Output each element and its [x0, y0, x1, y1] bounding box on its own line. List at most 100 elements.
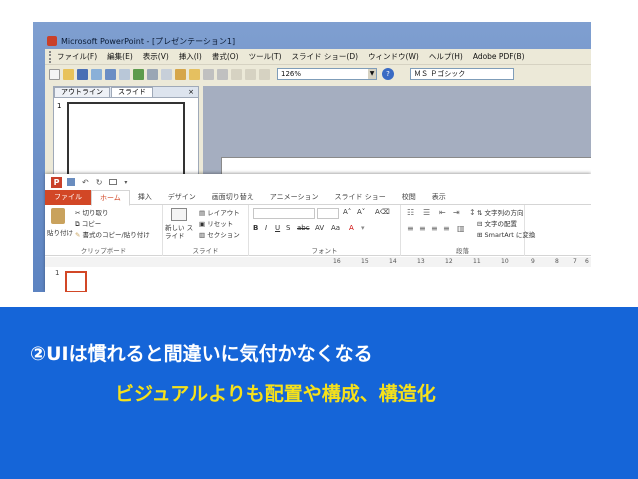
- slides-group-label: スライド: [192, 247, 219, 255]
- clear-format-icon[interactable]: A⌫: [375, 208, 390, 216]
- tab-insert[interactable]: 挿入: [130, 190, 160, 205]
- tab-home[interactable]: ホーム: [91, 189, 130, 206]
- tab-file[interactable]: ファイル: [45, 189, 91, 205]
- format-painter-label: 書式のコピー/貼り付け: [82, 231, 150, 239]
- new-slide-icon[interactable]: [171, 208, 187, 221]
- menu-view[interactable]: 表示(V): [143, 51, 169, 62]
- justify-icon[interactable]: ≡: [443, 224, 450, 233]
- permission-icon[interactable]: [91, 68, 102, 80]
- cut-button[interactable]: ✂ 切り取り: [75, 207, 109, 217]
- copy-icon[interactable]: [161, 68, 172, 80]
- char-spacing-icon[interactable]: AV: [315, 224, 324, 232]
- font-select[interactable]: ＭＳ Ｐゴシック: [410, 68, 514, 80]
- shrink-font-icon[interactable]: A˅: [357, 208, 365, 216]
- menu-format[interactable]: 書式(O): [212, 51, 239, 62]
- increase-indent-icon[interactable]: ⇥: [453, 208, 460, 217]
- menu-window[interactable]: ウィンドウ(W): [368, 51, 419, 62]
- ruler-mark: 11: [473, 258, 481, 265]
- undo-icon[interactable]: [203, 68, 214, 80]
- bullets-icon[interactable]: ☷: [407, 208, 414, 217]
- change-case-icon[interactable]: Aa: [331, 224, 340, 232]
- bold-icon[interactable]: B: [253, 224, 258, 232]
- print-icon[interactable]: [105, 68, 116, 80]
- new-slide-button[interactable]: 新しい スライド: [165, 224, 197, 240]
- underline-icon[interactable]: U: [275, 224, 280, 232]
- slides-group: 新しい スライド ▤ レイアウト ▣ リセット ▥ セクション スライド: [163, 205, 249, 256]
- highlight-icon[interactable]: ▾: [361, 224, 365, 232]
- modern-powerpoint-window: P ↶ ↻ ▾ ファイル ホーム 挿入 デザイン 画面切り替え アニメーション …: [45, 174, 591, 292]
- reset-button[interactable]: ▣ リセット: [199, 218, 233, 228]
- menu-adobe-pdf[interactable]: Adobe PDF(B): [473, 52, 525, 61]
- section-button[interactable]: ▥ セクション: [199, 229, 240, 239]
- copy-button[interactable]: ⧉ コピー: [75, 218, 101, 229]
- spelling-icon[interactable]: [133, 68, 144, 80]
- tab-slides[interactable]: スライド: [111, 87, 153, 97]
- tab-slideshow[interactable]: スライド ショー: [327, 190, 394, 205]
- menu-help[interactable]: ヘルプ(H): [429, 51, 463, 62]
- align-text-button[interactable]: ⊟ 文字の配置: [477, 218, 517, 228]
- align-text-icon: ⊟: [477, 220, 483, 228]
- paste-icon[interactable]: [51, 208, 65, 224]
- text-direction-label: 文字列の方向: [484, 209, 524, 217]
- paste-icon[interactable]: [175, 68, 186, 80]
- font-group: A˄ A˅ A⌫ B I U S abc AV Aa A ▾ フォント: [249, 205, 401, 256]
- format-painter-button[interactable]: ✎ 書式のコピー/貼り付け: [75, 229, 150, 239]
- menu-slideshow[interactable]: スライド ショー(D): [292, 51, 359, 62]
- align-left-icon[interactable]: ≡: [407, 224, 414, 233]
- tab-transitions[interactable]: 画面切り替え: [204, 190, 262, 205]
- chevron-down-icon: ▼: [368, 69, 376, 79]
- tab-review[interactable]: 校閲: [394, 190, 424, 205]
- strikethrough-icon[interactable]: abc: [297, 224, 310, 232]
- layout-button[interactable]: ▤ レイアウト: [199, 207, 240, 217]
- line-spacing-icon[interactable]: ↕: [469, 208, 476, 217]
- slide-thumbnail[interactable]: [65, 271, 87, 292]
- font-size-select[interactable]: [317, 208, 339, 219]
- ruler-mark: 9: [531, 258, 535, 265]
- paste-button[interactable]: 貼り付け: [47, 227, 73, 237]
- tab-outline[interactable]: アウトライン: [54, 87, 110, 97]
- font-name-select[interactable]: [253, 208, 315, 219]
- help-icon[interactable]: ?: [382, 68, 394, 80]
- font-color-icon[interactable]: A: [349, 224, 354, 232]
- decrease-indent-icon[interactable]: ⇤: [439, 208, 446, 217]
- close-icon[interactable]: ×: [188, 87, 194, 97]
- italic-icon[interactable]: I: [265, 224, 267, 232]
- format-painter-icon[interactable]: [189, 68, 200, 80]
- menu-file[interactable]: ファイル(F): [57, 51, 97, 62]
- grow-font-icon[interactable]: A˄: [343, 208, 351, 216]
- slideshow-icon[interactable]: [109, 179, 118, 185]
- tab-animations[interactable]: アニメーション: [262, 190, 327, 205]
- new-icon[interactable]: [49, 68, 60, 80]
- save-icon[interactable]: [67, 178, 75, 186]
- customize-icon[interactable]: ▾: [124, 179, 127, 186]
- grid-icon[interactable]: [259, 68, 270, 80]
- screenshot-composite: Microsoft PowerPoint - [プレゼンテーション1] ファイル…: [33, 22, 591, 292]
- smartart-button[interactable]: ⊞ SmartArt に変換: [477, 229, 535, 239]
- zoom-select[interactable]: 126% ▼: [277, 68, 377, 80]
- undo-icon[interactable]: ↶: [82, 178, 89, 187]
- reset-icon: ▣: [199, 220, 206, 228]
- align-right-icon[interactable]: ≡: [431, 224, 438, 233]
- cut-icon[interactable]: [147, 68, 158, 80]
- save-icon[interactable]: [77, 68, 88, 80]
- ruler-mark: 6: [585, 258, 589, 265]
- align-center-icon[interactable]: ≡: [419, 224, 426, 233]
- columns-icon[interactable]: ▥: [457, 224, 465, 233]
- numbering-icon[interactable]: ☰: [423, 208, 430, 217]
- redo-icon[interactable]: ↻: [96, 178, 103, 187]
- menu-tools[interactable]: ツール(T): [249, 51, 282, 62]
- menu-edit[interactable]: 編集(E): [107, 51, 133, 62]
- chart-icon[interactable]: [231, 68, 242, 80]
- redo-icon[interactable]: [217, 68, 228, 80]
- tab-view[interactable]: 表示: [424, 190, 454, 205]
- align-text-label: 文字の配置: [484, 220, 518, 228]
- table-icon[interactable]: [245, 68, 256, 80]
- slide-thumbnail[interactable]: [67, 102, 185, 182]
- open-icon[interactable]: [63, 68, 74, 80]
- menu-insert[interactable]: 挿入(I): [179, 51, 202, 62]
- tab-design[interactable]: デザイン: [160, 190, 204, 205]
- presentation-slide: Microsoft PowerPoint - [プレゼンテーション1] ファイル…: [0, 0, 638, 479]
- preview-icon[interactable]: [119, 68, 130, 80]
- text-direction-button[interactable]: ⇅ 文字列の方向: [477, 207, 524, 217]
- shadow-icon[interactable]: S: [286, 224, 290, 232]
